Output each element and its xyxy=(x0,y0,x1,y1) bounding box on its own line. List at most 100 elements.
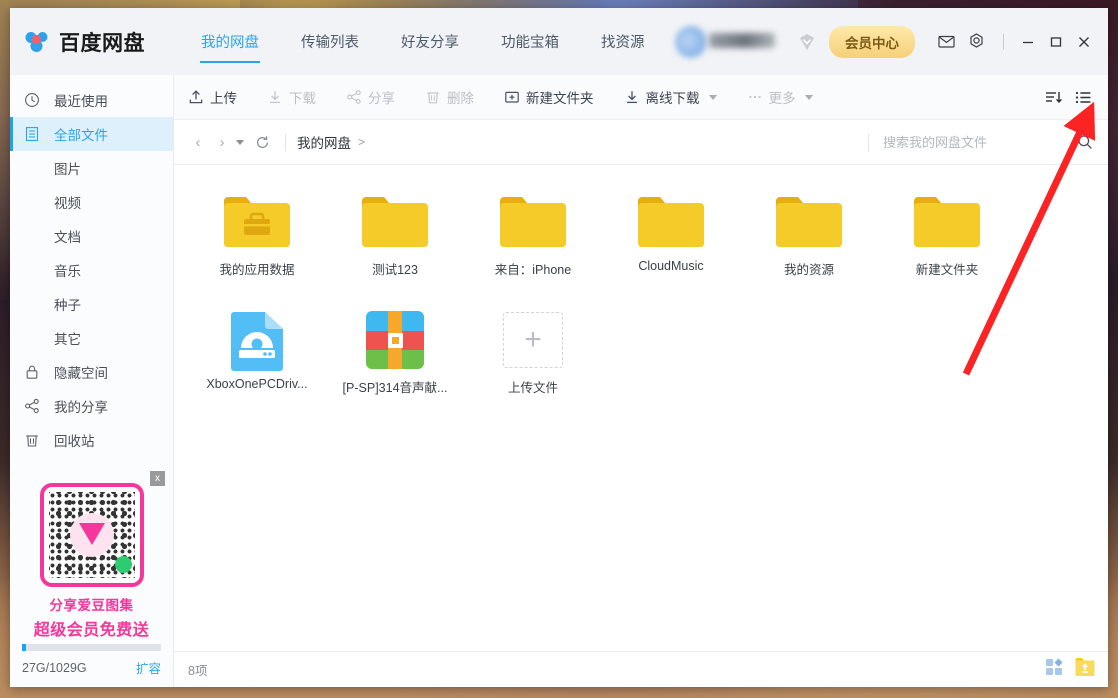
sidebar-item-my-shares[interactable]: 我的分享 xyxy=(10,389,173,423)
sidebar-item-label: 回收站 xyxy=(54,430,95,450)
expand-storage-link[interactable]: 扩容 xyxy=(136,658,161,677)
triangle-icon xyxy=(79,523,105,545)
sidebar-item-recent[interactable]: 最近使用 xyxy=(10,83,173,117)
close-icon[interactable]: x xyxy=(150,471,165,486)
mail-icon[interactable] xyxy=(931,27,961,57)
back-button[interactable]: ‹ xyxy=(186,130,210,154)
tab-feature-box[interactable]: 功能宝箱 xyxy=(484,8,576,75)
sidebar-item-music[interactable]: 音乐 xyxy=(10,253,173,287)
trash-icon xyxy=(425,89,441,105)
tab-find-resources[interactable]: 找资源 xyxy=(584,8,662,75)
sidebar-item-label: 视频 xyxy=(54,192,81,212)
sidebar: 最近使用 全部文件 图片 xyxy=(10,75,174,687)
vip-level-badge-icon xyxy=(799,33,815,51)
toolbar-right-cluster xyxy=(1036,84,1096,110)
file-name: 上传文件 xyxy=(508,377,558,396)
file-item-from-iphone[interactable]: 来自：iPhone xyxy=(464,185,602,303)
more-button[interactable]: 更多 xyxy=(747,87,827,107)
file-name: 我的应用数据 xyxy=(219,259,294,278)
search-input[interactable] xyxy=(883,135,1068,150)
chevron-down-icon[interactable] xyxy=(805,95,813,100)
sidebar-item-videos[interactable]: 视频 xyxy=(10,185,173,219)
minimize-button[interactable] xyxy=(1014,29,1042,55)
sidebar-item-label: 文档 xyxy=(54,226,81,246)
brand-name: 百度网盘 xyxy=(59,27,145,57)
upload-icon xyxy=(188,89,204,105)
lock-icon xyxy=(10,364,54,380)
gear-icon[interactable] xyxy=(961,27,991,57)
tab-my-netdisk[interactable]: 我的网盘 xyxy=(184,8,276,75)
sidebar-item-torrents[interactable]: 种子 xyxy=(10,287,173,321)
forward-button[interactable]: › xyxy=(210,130,234,154)
close-button[interactable] xyxy=(1070,29,1098,55)
file-item-cloudmusic[interactable]: CloudMusic xyxy=(602,185,740,303)
folder-icon xyxy=(774,185,844,259)
qr-center-logo xyxy=(70,513,114,557)
file-item-test123[interactable]: 测试123 xyxy=(326,185,464,303)
file-item-my-resources[interactable]: 我的资源 xyxy=(740,185,878,303)
tab-transfer-list[interactable]: 传输列表 xyxy=(284,8,376,75)
list-view-icon[interactable] xyxy=(1070,84,1096,110)
share-button[interactable]: 分享 xyxy=(346,87,409,107)
sort-descending-icon[interactable] xyxy=(1040,84,1066,110)
promo-banner: x 分享爱豆图集 超级会员免费送 xyxy=(22,483,161,640)
new-folder-button[interactable]: 新建文件夹 xyxy=(504,87,608,107)
file-name: 新建文件夹 xyxy=(916,259,979,278)
avatar xyxy=(675,26,707,58)
history-dropdown-icon[interactable] xyxy=(236,140,244,145)
file-grid: 我的应用数据 测试123 xyxy=(174,165,1108,651)
sidebar-item-label: 隐藏空间 xyxy=(54,362,108,382)
window-body: 最近使用 全部文件 图片 xyxy=(10,75,1108,687)
sidebar-item-label: 其它 xyxy=(54,328,81,348)
tab-friend-share[interactable]: 好友分享 xyxy=(384,8,476,75)
breadcrumb-separator: > xyxy=(358,135,365,149)
folder-icon xyxy=(912,185,982,259)
new-folder-icon xyxy=(504,89,520,105)
toolbar-label: 新建文件夹 xyxy=(526,87,594,107)
download-icon xyxy=(267,89,283,105)
folder-icon xyxy=(636,185,706,259)
file-item-upload-placeholder[interactable]: + 上传文件 xyxy=(464,303,602,421)
apps-grid-icon[interactable] xyxy=(1044,657,1064,682)
file-name: 我的资源 xyxy=(784,259,834,278)
storage-usage-text: 27G/1029G xyxy=(22,661,87,675)
sidebar-item-all-files[interactable]: 全部文件 xyxy=(10,117,173,151)
file-toolbar: 上传 下载 xyxy=(174,75,1108,120)
sidebar-item-label: 全部文件 xyxy=(54,124,108,144)
file-item-app-data[interactable]: 我的应用数据 xyxy=(188,185,326,303)
promo-qr-code[interactable] xyxy=(40,483,144,587)
sidebar-item-hidden-space[interactable]: 隐藏空间 xyxy=(10,355,173,389)
sidebar-item-recycle-bin[interactable]: 回收站 xyxy=(10,423,173,457)
toolbar-label: 删除 xyxy=(447,87,474,107)
baidu-cloud-logo-icon xyxy=(24,30,50,54)
upload-button[interactable]: 上传 xyxy=(188,87,251,107)
storage-bar xyxy=(22,644,161,651)
sidebar-item-documents[interactable]: 文档 xyxy=(10,219,173,253)
archive-rar-icon xyxy=(364,303,426,377)
delete-button[interactable]: 删除 xyxy=(425,87,488,107)
sidebar-list: 最近使用 全部文件 图片 xyxy=(10,75,173,457)
download-button[interactable]: 下载 xyxy=(267,87,330,107)
file-item-new-folder[interactable]: 新建文件夹 xyxy=(878,185,1016,303)
sidebar-item-pictures[interactable]: 图片 xyxy=(10,151,173,185)
sidebar-item-others[interactable]: 其它 xyxy=(10,321,173,355)
maximize-button[interactable] xyxy=(1042,29,1070,55)
offline-download-button[interactable]: 离线下载 xyxy=(624,87,731,107)
file-name: [P-SP]314音声献... xyxy=(343,377,448,396)
main-area: 上传 下载 xyxy=(174,75,1108,687)
file-item-xbox-driver[interactable]: XboxOnePCDriv... xyxy=(188,303,326,421)
vip-center-button[interactable]: 会员中心 xyxy=(829,26,915,58)
offline-download-icon xyxy=(624,89,640,105)
search-icon[interactable] xyxy=(1072,129,1098,155)
chevron-down-icon[interactable] xyxy=(709,95,717,100)
toolbar-label: 离线下载 xyxy=(646,87,700,107)
file-item-archive[interactable]: [P-SP]314音声献... xyxy=(326,303,464,421)
user-avatar-and-name[interactable] xyxy=(675,25,795,59)
brand-logo[interactable]: 百度网盘 xyxy=(10,27,184,57)
folder-upload-icon[interactable] xyxy=(1074,656,1096,683)
breadcrumb-item-root[interactable]: 我的网盘 xyxy=(297,132,351,152)
sidebar-item-label: 最近使用 xyxy=(54,90,108,110)
wechat-badge-icon xyxy=(115,556,132,573)
refresh-icon[interactable] xyxy=(250,130,274,154)
toolbar-label: 下载 xyxy=(289,87,316,107)
